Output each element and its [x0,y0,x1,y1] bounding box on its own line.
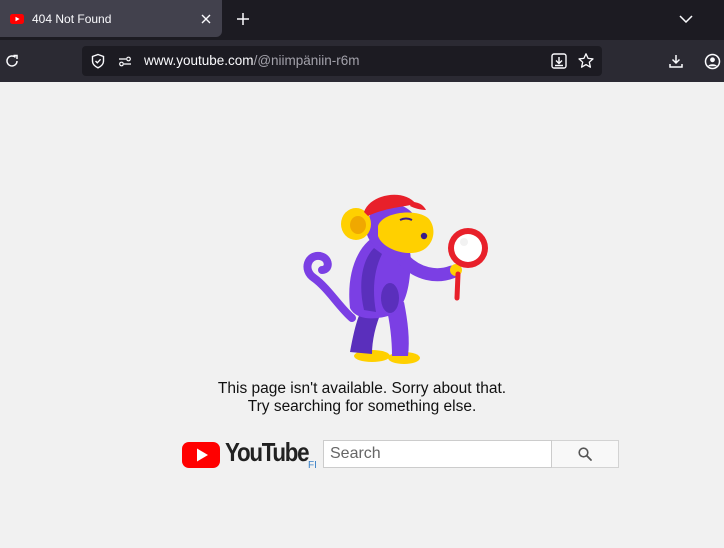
shield-icon[interactable] [90,53,106,69]
tab-bar: 404 Not Found [0,0,724,40]
url-path: /@niimpäniin-r6m [253,53,360,68]
permissions-icon[interactable] [117,53,133,69]
new-tab-plus-icon[interactable] [233,9,253,29]
reload-icon[interactable] [0,49,24,73]
tab-title: 404 Not Found [32,11,112,26]
url-text: www.youtube.com/@niimpäniin-r6m [144,46,360,76]
search-button[interactable] [552,440,619,468]
url-bar[interactable]: www.youtube.com/@niimpäniin-r6m [82,46,602,76]
youtube-favicon-icon [10,13,24,24]
page-download-icon[interactable] [550,52,568,70]
youtube-logo[interactable]: YouTube FI [182,437,317,471]
close-tab-icon[interactable] [198,11,214,27]
country-code: FI [308,460,317,471]
monkey-illustration [303,194,488,364]
search-icon [578,447,592,461]
page-content: This page isn't available. Sorry about t… [0,82,724,548]
bookmark-star-icon[interactable] [577,52,595,70]
list-tabs-chevron-down-icon[interactable] [676,9,696,29]
error-message-line1: This page isn't available. Sorry about t… [217,380,507,397]
url-domain: www.youtube.com [144,53,254,68]
download-icon[interactable] [664,49,688,73]
active-tab[interactable]: 404 Not Found [0,0,222,37]
youtube-logo-text: YouTube [225,437,310,467]
account-icon[interactable] [700,49,724,73]
search-input[interactable] [323,440,552,468]
error-message-line2: Try searching for something else. [247,398,477,415]
